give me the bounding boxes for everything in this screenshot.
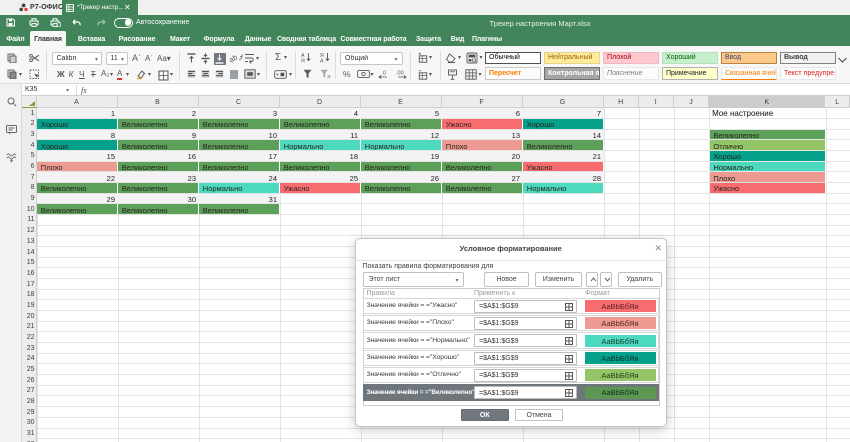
svg-text:А: А xyxy=(320,59,324,63)
svg-text:.0: .0 xyxy=(382,71,387,77)
svg-text:Я: Я xyxy=(301,59,305,63)
svg-text:.00: .00 xyxy=(396,71,404,77)
